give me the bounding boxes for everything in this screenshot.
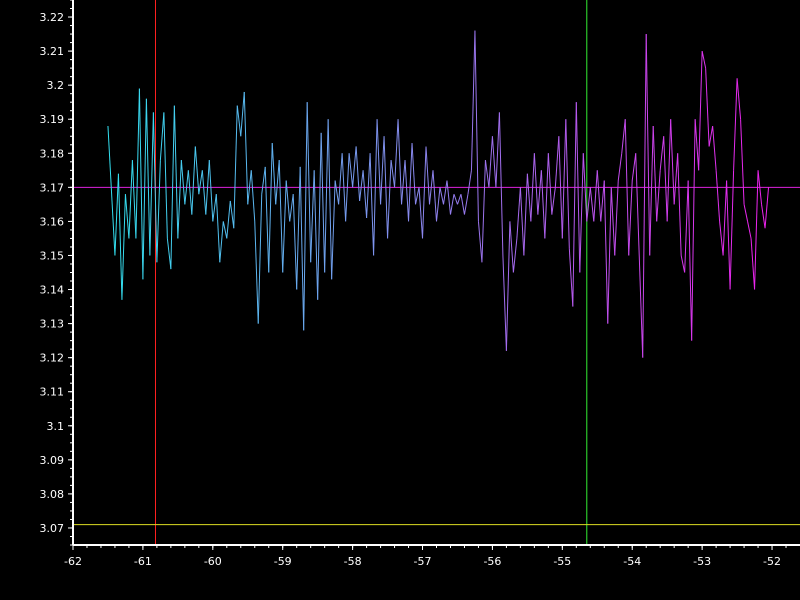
y-tick-label: 3.21 <box>40 45 65 58</box>
y-tick-label: 3.12 <box>40 352 65 365</box>
x-tick-label: -61 <box>134 555 152 568</box>
x-tick-label: -59 <box>274 555 292 568</box>
y-tick-label: 3.16 <box>40 215 65 228</box>
y-tick-label: 3.18 <box>40 147 65 160</box>
plot-background <box>0 0 800 600</box>
y-tick-label: 3.08 <box>40 488 65 501</box>
y-tick-label: 3.13 <box>40 318 65 331</box>
y-tick-label: 3.2 <box>47 79 65 92</box>
x-tick-label: -55 <box>553 555 571 568</box>
x-tick-label: -56 <box>483 555 501 568</box>
y-tick-label: 3.14 <box>40 284 65 297</box>
x-tick-label: -58 <box>344 555 362 568</box>
x-tick-label: -60 <box>204 555 222 568</box>
y-tick-label: 3.17 <box>40 181 65 194</box>
x-tick-label: -53 <box>693 555 711 568</box>
x-tick-label: -62 <box>64 555 82 568</box>
x-tick-label: -54 <box>623 555 641 568</box>
y-tick-label: 3.1 <box>47 420 65 433</box>
y-tick-label: 3.15 <box>40 249 65 262</box>
y-tick-label: 3.19 <box>40 113 65 126</box>
y-tick-label: 3.07 <box>40 522 65 535</box>
y-tick-label: 3.11 <box>40 386 65 399</box>
line-chart: 3.07 3.08 3.09 3.1 3.11 3.12 3.13 3.14 3.15 3.16 3… <box>0 0 800 600</box>
y-tick-label: 3.09 <box>40 454 65 467</box>
x-tick-label: -52 <box>763 555 781 568</box>
y-tick-label: 3.22 <box>40 11 65 24</box>
x-tick-label: -57 <box>414 555 432 568</box>
